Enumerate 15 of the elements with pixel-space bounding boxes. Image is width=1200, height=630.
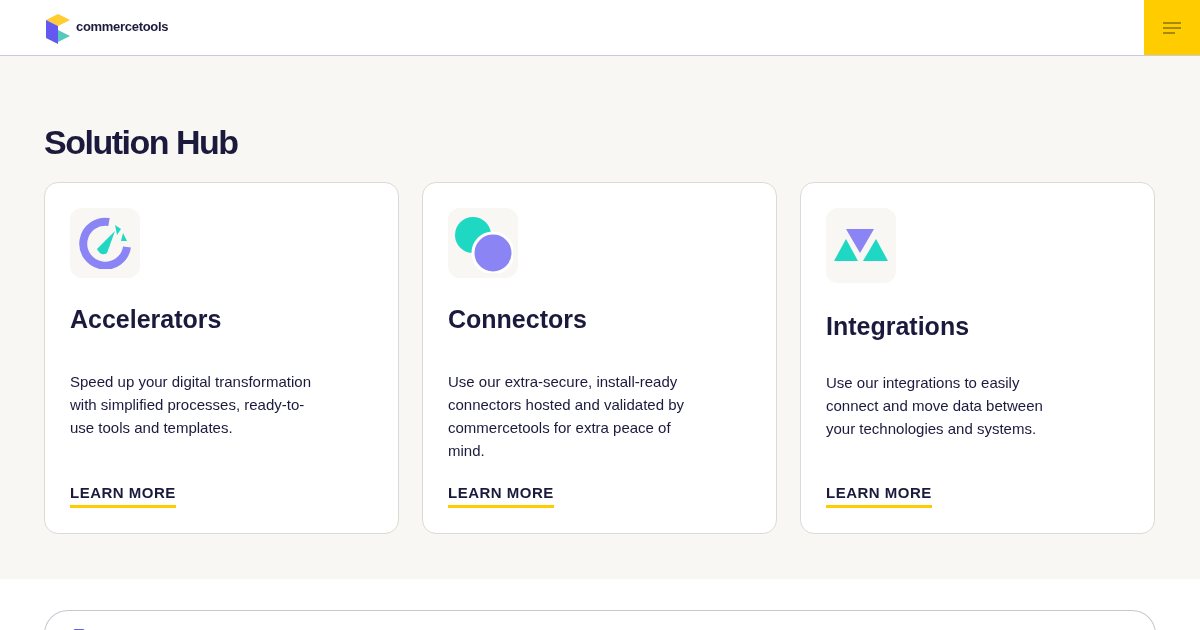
learn-more-link[interactable]: LEARN MORE	[448, 484, 554, 508]
card-title: Integrations	[826, 311, 971, 341]
menu-icon	[1163, 21, 1181, 34]
card-title: Connectors	[448, 304, 588, 334]
learn-more-link[interactable]: LEARN MORE	[826, 484, 932, 508]
logo-link[interactable]: commercetools	[44, 11, 169, 44]
gauge-icon	[79, 217, 131, 269]
menu-button[interactable]	[1144, 0, 1200, 55]
triangles-icon	[834, 228, 888, 263]
card-description: Use our extra-secure, install-ready connectors hosted and validated by commercetools for extra peace of mind.	[448, 372, 685, 461]
card-description: Use our integrations to easily connect and move data between your technologies and systems.	[826, 373, 1044, 439]
page-title: Solution Hub	[44, 122, 239, 162]
card-title: Accelerators	[70, 304, 223, 334]
learn-more-link[interactable]: LEARN MORE	[70, 484, 176, 508]
card-description: Speed up your digital transformation with simplified processes, ready-to-use tools and templates.	[70, 372, 312, 438]
